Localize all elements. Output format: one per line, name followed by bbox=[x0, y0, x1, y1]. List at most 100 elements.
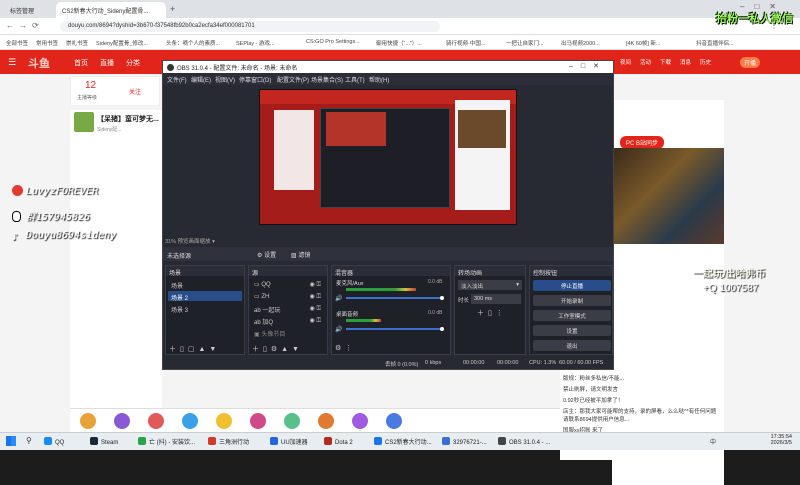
filters-button[interactable]: ▨ 滤镜 bbox=[291, 250, 310, 259]
gift-icon[interactable] bbox=[216, 413, 232, 429]
bookmark-item[interactable]: 御用快捷（“...”）... bbox=[376, 39, 422, 47]
gift-icon[interactable] bbox=[114, 413, 130, 429]
eye-icon[interactable]: ◉ ⚿ bbox=[310, 305, 321, 313]
source-item[interactable]: ▣ 头像节目 bbox=[251, 327, 325, 338]
menu-scene-collection[interactable]: 场景集合(S) bbox=[311, 75, 343, 84]
start-broadcast-button[interactable]: 开播 bbox=[740, 57, 761, 68]
scene-toolbar[interactable]: ＋▯▢▲▼ bbox=[169, 344, 220, 354]
gift-icon[interactable] bbox=[318, 413, 334, 429]
menu-help[interactable]: 帮助(H) bbox=[369, 75, 389, 84]
bookmark-item[interactable]: 一把让自家门... bbox=[506, 39, 544, 47]
eye-icon[interactable]: ◉ ⚿ bbox=[310, 281, 321, 289]
studio-mode-button[interactable]: 工作室模式 bbox=[533, 310, 611, 321]
volume-slider[interactable] bbox=[346, 297, 442, 299]
speaker-icon[interactable]: 🔊 bbox=[335, 295, 342, 302]
settings-button[interactable]: 设置 bbox=[533, 325, 611, 336]
windows-start-icon[interactable] bbox=[6, 436, 16, 446]
gift-icon[interactable] bbox=[80, 413, 96, 429]
transition-toolbar[interactable]: ＋▯⋮ bbox=[477, 308, 507, 318]
bookmark-item[interactable]: Sideny配置骨_修改... bbox=[96, 39, 148, 47]
source-toolbar[interactable]: ＋▯⚙▲▼ bbox=[252, 344, 303, 354]
bookmark-item[interactable]: 抖音直播伴侣... bbox=[696, 39, 734, 47]
eye-icon[interactable]: ◉ ⚿ bbox=[310, 317, 321, 325]
nav-message[interactable]: 消息 bbox=[680, 58, 691, 66]
obs-window-controls[interactable]: –□✕ bbox=[569, 62, 607, 70]
scene-item-selected[interactable]: 场景 2 bbox=[168, 291, 242, 302]
new-tab-icon[interactable]: + bbox=[170, 4, 175, 14]
bookmark-item[interactable]: 骑行视频·中国... bbox=[446, 39, 485, 47]
anchor-avatar[interactable] bbox=[74, 112, 94, 132]
transition-select[interactable]: 淡入淡出 ▾ bbox=[458, 280, 522, 290]
game-banner-image[interactable] bbox=[612, 148, 724, 244]
exit-button[interactable]: 退出 bbox=[533, 340, 611, 351]
source-item[interactable]: ab 一起玩 ◉ ⚿ bbox=[251, 303, 325, 314]
menu-docks[interactable]: 停靠窗口(D) bbox=[239, 75, 271, 84]
taskbar-app[interactable]: 亡 (抖) - 安装饮... bbox=[138, 437, 195, 446]
taskbar-app[interactable]: Dota 2 bbox=[324, 437, 353, 446]
taskbar-app[interactable]: OBS 31.0.4 - ... bbox=[498, 437, 550, 446]
nav-live[interactable]: 直播 bbox=[100, 58, 114, 68]
menu-view[interactable]: 视图(V) bbox=[215, 75, 235, 84]
taskbar-app[interactable]: Steam bbox=[90, 437, 118, 446]
hamburger-icon[interactable]: ☰ bbox=[8, 57, 16, 68]
nav-activity[interactable]: 活动 bbox=[640, 58, 651, 66]
duration-input[interactable]: 300 ms bbox=[471, 294, 521, 304]
nav-history[interactable]: 历史 bbox=[700, 58, 711, 66]
scene-item[interactable]: 场景 3 bbox=[168, 303, 242, 314]
gift-icon[interactable] bbox=[148, 413, 164, 429]
mixer-toolbar[interactable]: ⚙⋮ bbox=[335, 344, 356, 352]
source-item[interactable]: ▭ QQ ◉ ⚿ bbox=[251, 279, 325, 289]
volume-slider-knob[interactable] bbox=[440, 296, 444, 300]
browser-tab-active[interactable]: CS2新春大行动_Sideny配置骨... bbox=[56, 2, 166, 18]
taskbar-app[interactable]: QQ bbox=[44, 437, 64, 446]
nav-download[interactable]: 下载 bbox=[660, 58, 671, 66]
follow-button[interactable]: 关注 bbox=[129, 87, 141, 96]
bookmark-item[interactable]: SEPlay - 游戏... bbox=[236, 39, 275, 47]
nav-arrows-icon[interactable]: ←→⟳ bbox=[6, 21, 44, 30]
obs-preview-zoom[interactable]: 31% 预览画面缩放 ▾ bbox=[165, 237, 215, 245]
obs-titlebar[interactable]: OBS 31.0.4 - 配置文件: 未命名 - 场景: 未命名 –□✕ bbox=[163, 61, 613, 73]
url-field[interactable]: douyu.com/8694?dyshid=3b670-f37548fb92b0… bbox=[60, 21, 440, 32]
nav-night[interactable]: 夜间 bbox=[620, 58, 631, 66]
stop-streaming-button[interactable]: 停止直播 bbox=[533, 280, 611, 291]
bookmark-item[interactable]: 崇礼书签 bbox=[66, 39, 88, 47]
bookmark-item[interactable]: 常用书签 bbox=[36, 39, 58, 47]
search-icon[interactable]: ⚲ bbox=[26, 436, 32, 445]
bookmark-item[interactable]: CS:GO Pro Settings... bbox=[306, 39, 360, 45]
properties-button[interactable]: ⚙ 设置 bbox=[257, 250, 276, 259]
menu-edit[interactable]: 编辑(E) bbox=[191, 75, 211, 84]
speaker-icon[interactable]: 🔊 bbox=[335, 326, 342, 333]
bookmark-item[interactable]: 全部书签 bbox=[6, 39, 28, 47]
gift-icon[interactable] bbox=[250, 413, 266, 429]
browser-tab[interactable]: 标签管理 bbox=[4, 2, 54, 18]
taskbar-app[interactable]: CS2新春大行动... bbox=[374, 437, 432, 446]
menu-profile[interactable]: 配置文件(P) bbox=[277, 75, 309, 84]
clock[interactable]: 17:35:54 2026/3/5 bbox=[752, 434, 792, 446]
volume-slider-knob[interactable] bbox=[440, 327, 444, 331]
douyu-logo[interactable]: 斗鱼 bbox=[28, 55, 50, 71]
gift-icon[interactable] bbox=[182, 413, 198, 429]
obs-preview-canvas[interactable] bbox=[259, 89, 517, 225]
nav-category[interactable]: 分类 bbox=[126, 58, 140, 68]
source-item[interactable]: ab 加Q ◉ ⚿ bbox=[251, 315, 325, 326]
taskbar-app[interactable]: 32976721-... bbox=[442, 437, 487, 446]
volume-slider[interactable] bbox=[346, 328, 442, 330]
scene-item[interactable]: 场景 bbox=[168, 279, 242, 290]
nav-home[interactable]: 首页 bbox=[74, 58, 88, 68]
menu-tools[interactable]: 工具(T) bbox=[345, 75, 365, 84]
gift-icon[interactable] bbox=[284, 413, 300, 429]
app-icon bbox=[324, 437, 332, 445]
anchor-name[interactable]: Sideny配... bbox=[97, 126, 121, 133]
gift-icon[interactable] bbox=[352, 413, 368, 429]
eye-icon[interactable]: ◉ ⚿ bbox=[310, 293, 321, 301]
menu-file[interactable]: 文件(F) bbox=[167, 75, 187, 84]
source-item[interactable]: ▭ ZH ◉ ⚿ bbox=[251, 291, 325, 301]
start-recording-button[interactable]: 开始录制 bbox=[533, 295, 611, 306]
bookmark-item[interactable]: [4K 60帧] 新... bbox=[626, 39, 661, 47]
bookmark-item[interactable]: 头条：嘀个人的素质... bbox=[166, 39, 220, 47]
taskbar-app[interactable]: UU加速器 bbox=[270, 437, 308, 446]
bookmark-item[interactable]: 出马视频2000... bbox=[561, 39, 600, 47]
gift-icon[interactable] bbox=[386, 413, 402, 429]
ime-indicator[interactable]: 中 bbox=[710, 437, 716, 446]
taskbar-app[interactable]: 三角洲行动 bbox=[208, 437, 249, 446]
